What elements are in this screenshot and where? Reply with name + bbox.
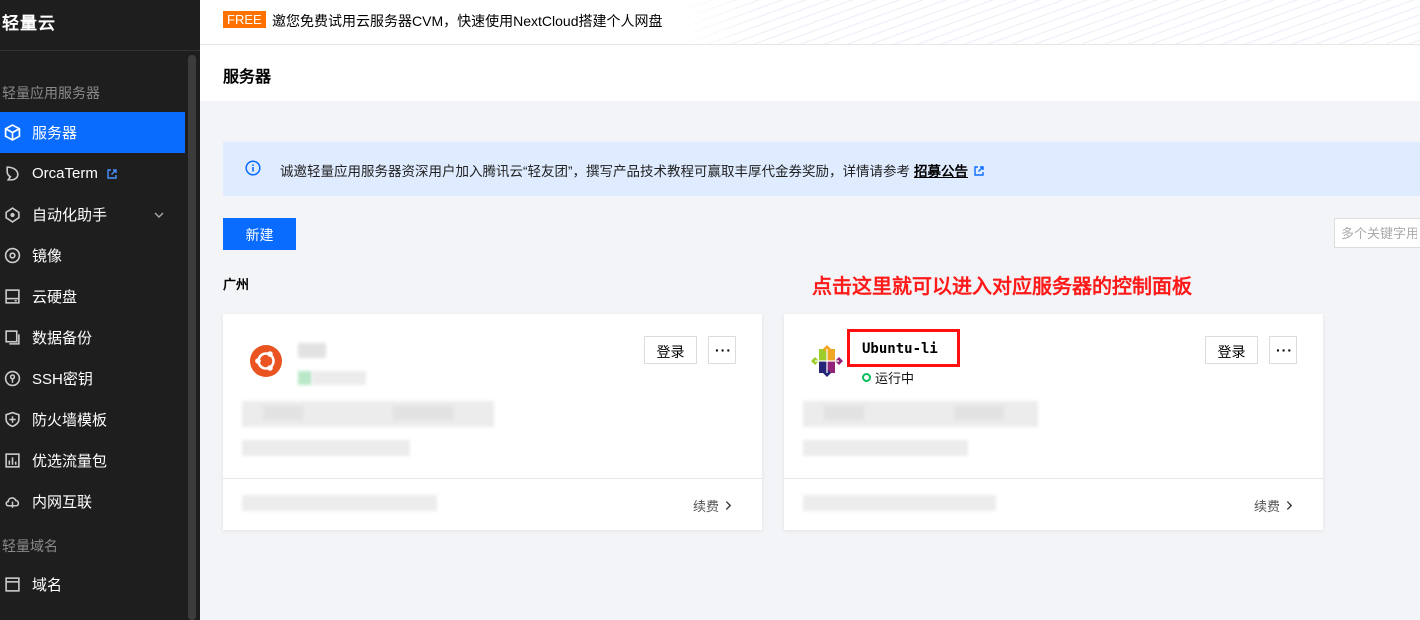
redacted-name (298, 343, 326, 358)
promo-banner[interactable]: FREE 邀您免费试用云服务器CVM，快速使用NextCloud搭建个人网盘 (200, 0, 1420, 44)
sidebar-item-label: 防火墙模板 (32, 412, 108, 429)
network-icon (3, 493, 21, 511)
sidebar-item-backup[interactable]: 数据备份 (0, 317, 185, 358)
external-link-icon (106, 168, 118, 180)
sidebar-item-servers[interactable]: 服务器 (0, 112, 185, 153)
renew-link[interactable]: 续费 (693, 496, 732, 515)
info-alert: 诚邀轻量应用服务器资深用户加入腾讯云“轻友团”，撰写产品技术教程可赢取丰厚代金券… (223, 142, 1420, 196)
redacted-info (393, 406, 453, 420)
redacted-status (298, 371, 312, 385)
sidebar-item-intranet[interactable]: 内网互联 (0, 481, 185, 522)
redacted-info (824, 406, 864, 420)
section-label-domains: 轻量域名 (2, 538, 58, 554)
section-label-servers: 轻量应用服务器 (2, 85, 100, 101)
robot-icon (3, 206, 21, 224)
domain-icon (3, 576, 21, 594)
sidebar-item-label: OrcaTerm (32, 165, 98, 182)
alert-message: 诚邀轻量应用服务器资深用户加入腾讯云“轻友团”，撰写产品技术教程可赢取丰厚代金券… (280, 164, 910, 179)
harddisk-icon (3, 288, 21, 306)
renew-label: 续费 (1253, 499, 1280, 514)
redacted-info (954, 406, 1004, 420)
backup-icon (3, 329, 21, 347)
sidebar-item-images[interactable]: 镜像 (0, 235, 185, 276)
status-text: 运行中 (875, 371, 915, 386)
sidebar-item-label: 服务器 (32, 125, 78, 142)
card-divider (784, 478, 1323, 479)
sidebar: 轻量云 轻量应用服务器 服务器 OrcaTerm 自动化助手 镜像 云硬盘 数据… (0, 0, 200, 620)
page-header: 服务器 (200, 44, 1420, 101)
status-badge: 运行中 (862, 368, 914, 387)
orca-icon (3, 165, 21, 183)
more-actions-button[interactable]: ··· (1269, 336, 1297, 364)
sidebar-item-firewall[interactable]: 防火墙模板 (0, 399, 185, 440)
centos-icon (810, 344, 844, 378)
redacted-info (263, 406, 303, 420)
shield-icon (3, 411, 21, 429)
sidebar-item-label: 云硬盘 (32, 289, 78, 306)
sidebar-item-label: SSH密钥 (32, 371, 93, 388)
sidebar-item-label: 自动化助手 (32, 207, 108, 224)
redacted-info (242, 440, 410, 456)
region-label: 广州 (223, 277, 250, 292)
key-icon (3, 370, 21, 388)
sidebar-item-domain[interactable]: 域名 (0, 564, 185, 605)
alert-text: 诚邀轻量应用服务器资深用户加入腾讯云“轻友团”，撰写产品技术教程可赢取丰厚代金券… (280, 160, 985, 180)
sidebar-item-orcaterm[interactable]: OrcaTerm (0, 153, 185, 194)
redacted-info (803, 440, 968, 456)
cube-icon (3, 124, 21, 142)
status-running-icon (862, 373, 871, 382)
search-input[interactable] (1334, 218, 1420, 248)
banner-text[interactable]: 邀您免费试用云服务器CVM，快速使用NextCloud搭建个人网盘 (272, 11, 662, 31)
sidebar-item-cloud-disk[interactable]: 云硬盘 (0, 276, 185, 317)
sidebar-item-automation[interactable]: 自动化助手 (0, 194, 185, 235)
more-actions-button[interactable]: ··· (708, 336, 736, 364)
divider (0, 50, 200, 51)
new-server-button[interactable]: 新建 (223, 218, 296, 250)
server-card[interactable]: Ubuntu-li 运行中 登录 ··· 续费 (784, 314, 1323, 530)
redacted-expiry (803, 495, 996, 511)
renew-label: 续费 (692, 499, 719, 514)
annotation-text: 点击这里就可以进入对应服务器的控制面板 (812, 276, 1192, 298)
brand-logo[interactable]: 轻量云 (2, 9, 56, 34)
login-button[interactable]: 登录 (1205, 336, 1258, 364)
sidebar-item-label: 优选流量包 (32, 453, 108, 470)
free-tag: FREE (223, 11, 266, 28)
recruit-link[interactable]: 招募公告 (914, 164, 968, 179)
info-icon (245, 160, 261, 176)
redacted-expiry (242, 495, 437, 511)
sidebar-item-label: 内网互联 (32, 494, 93, 511)
renew-link[interactable]: 续费 (1254, 496, 1293, 515)
traffic-icon (3, 452, 21, 470)
sidebar-item-traffic[interactable]: 优选流量包 (0, 440, 185, 481)
login-button[interactable]: 登录 (644, 336, 697, 364)
redacted-status-text (312, 371, 366, 385)
chevron-right-icon (1286, 501, 1293, 510)
server-card[interactable]: 登录 ··· 续费 (223, 314, 762, 530)
sidebar-item-ssh-keys[interactable]: SSH密钥 (0, 358, 185, 399)
chevron-right-icon (725, 501, 732, 510)
chevron-down-icon[interactable] (153, 209, 165, 221)
sidebar-scrollbar[interactable] (188, 55, 196, 620)
disc-icon (3, 247, 21, 265)
page-title: 服务器 (223, 69, 272, 86)
highlight-box (847, 329, 960, 367)
sidebar-item-label: 域名 (32, 577, 63, 594)
ubuntu-icon (249, 344, 283, 378)
sidebar-item-label: 数据备份 (32, 330, 93, 347)
sidebar-item-label: 镜像 (32, 248, 63, 265)
card-divider (223, 478, 762, 479)
external-link-icon (973, 165, 985, 177)
